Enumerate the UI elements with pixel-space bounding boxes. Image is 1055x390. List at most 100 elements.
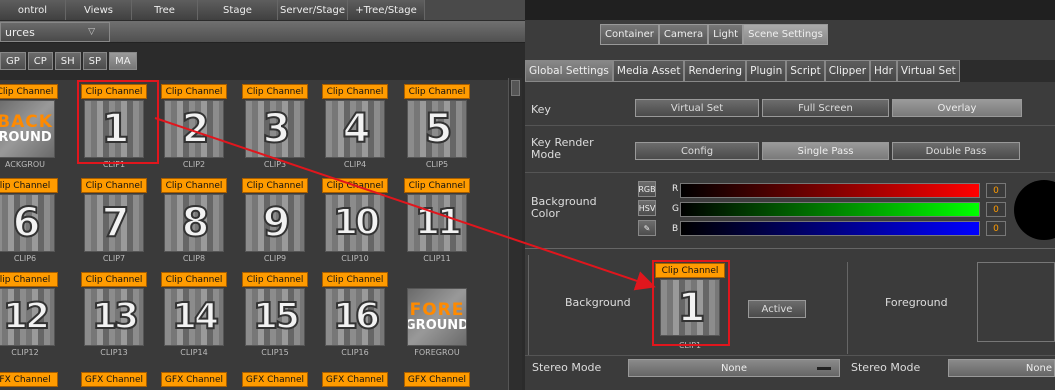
tile-tag: Clip Channel — [404, 178, 470, 193]
tile-gfx1[interactable]: FX Channel — [0, 372, 58, 390]
tile-thumbnail: 12 — [0, 288, 55, 346]
editor-tabs: Container Camera Light Scene Settings — [600, 24, 828, 45]
tile-clip8[interactable]: Clip Channel 8 CLIP8 — [161, 178, 227, 270]
tile-background[interactable]: Clip Channel BACK ROUND ACKGROU — [0, 84, 58, 176]
stereo-mode-dropdown[interactable]: None — [628, 359, 840, 377]
tile-thumbnail: 8 — [164, 194, 224, 252]
hsv-mode-button[interactable]: HSV — [638, 200, 656, 216]
tile-clip12[interactable]: lip Channel 12 CLIP12 — [0, 272, 58, 364]
tile-number: 5 — [424, 106, 454, 152]
settings-tabs: Global Settings Media Asset Rendering Pl… — [525, 60, 1055, 82]
nav-tab-tree-stage[interactable]: +Tree/Stage — [348, 0, 425, 20]
tile-gfx4[interactable]: GFX Channel — [242, 372, 308, 390]
tile-clip10[interactable]: Clip Channel 10 CLIP10 — [322, 178, 388, 270]
tile-clip7[interactable]: Clip Channel 7 CLIP7 — [81, 178, 147, 270]
tile-thumbnail: FORE GROUND — [407, 288, 467, 346]
tile-caption: CLIP6 — [13, 254, 37, 263]
tab-clipper[interactable]: Clipper — [824, 60, 871, 82]
tab-rendering[interactable]: Rendering — [684, 60, 747, 82]
nav-tab-tree[interactable]: Tree — [132, 0, 198, 20]
top-bar-right — [525, 0, 1055, 20]
nav-tab-stage[interactable]: Stage — [198, 0, 278, 20]
tab-camera[interactable]: Camera — [658, 24, 709, 45]
key-full-screen-button[interactable]: Full Screen — [762, 99, 889, 117]
stereo-mode-label: Stereo Mode — [532, 361, 602, 374]
active-button[interactable]: Active — [748, 300, 806, 318]
tile-number: 9 — [262, 200, 292, 246]
blue-slider[interactable] — [680, 221, 980, 236]
tile-clip9[interactable]: Clip Channel 9 CLIP9 — [242, 178, 308, 270]
tile-gfx3[interactable]: GFX Channel — [161, 372, 227, 390]
tab-global-settings[interactable]: Global Settings — [525, 60, 613, 82]
red-value[interactable]: 0 — [986, 183, 1006, 198]
tile-gfx5[interactable]: GFX Channel — [322, 372, 388, 390]
tab-scene-settings[interactable]: Scene Settings — [743, 24, 828, 45]
green-value[interactable]: 0 — [986, 202, 1006, 217]
tile-gfx6[interactable]: GFX Channel — [404, 372, 470, 390]
key-label: Key — [531, 103, 551, 116]
blue-value[interactable]: 0 — [986, 221, 1006, 236]
foreground-clip-slot[interactable] — [977, 262, 1055, 342]
tile-thumbnail: BACK ROUND — [0, 100, 55, 158]
rgb-mode-button[interactable]: RGB — [638, 181, 656, 197]
tile-tag: Clip Channel — [404, 84, 470, 99]
tile-clip16[interactable]: Clip Channel 16 CLIP16 — [322, 272, 388, 364]
chevron-down-icon: ▽ — [88, 27, 95, 37]
key-virtual-set-button[interactable]: Virtual Set — [635, 99, 759, 117]
tab-script[interactable]: Script — [786, 60, 825, 82]
tile-number: 8 — [181, 200, 211, 246]
highlight-frame — [77, 80, 159, 164]
subtab-ma[interactable]: MA — [109, 52, 137, 70]
green-slider[interactable] — [680, 202, 980, 217]
subtab-sh[interactable]: SH — [54, 52, 81, 70]
tile-number: 16 — [332, 296, 381, 337]
tile-tag: Clip Channel — [161, 272, 227, 287]
subtab-sp[interactable]: SP — [82, 52, 108, 70]
nav-tab-control[interactable]: ontrol — [0, 0, 66, 20]
stereo-mode-dropdown-2[interactable]: None — [948, 359, 1055, 377]
tile-number: 15 — [252, 296, 301, 337]
tile-clip2[interactable]: Clip Channel 2 CLIP2 — [161, 84, 227, 176]
krm-config-button[interactable]: Config — [635, 142, 759, 160]
sources-label: urces — [5, 25, 35, 39]
tab-plugin[interactable]: Plugin — [746, 60, 787, 82]
tile-gfx2[interactable]: GFX Channel — [81, 372, 147, 390]
divider — [525, 172, 1055, 173]
tab-media-asset[interactable]: Media Asset — [612, 60, 685, 82]
tile-clip14[interactable]: Clip Channel 14 CLIP14 — [161, 272, 227, 364]
tab-container[interactable]: Container — [600, 24, 659, 45]
tile-number: 6 — [12, 200, 42, 246]
krm-double-pass-button[interactable]: Double Pass — [892, 142, 1020, 160]
tile-number: 4 — [342, 106, 372, 152]
tile-number: 11 — [414, 202, 463, 243]
subtab-cp[interactable]: CP — [27, 52, 53, 70]
nav-tab-server-stage[interactable]: Server/Stage — [278, 0, 348, 20]
key-render-mode-label: Key Render Mode — [531, 136, 594, 161]
highlight-frame — [652, 260, 730, 346]
tile-clip6[interactable]: lip Channel 6 CLIP6 — [0, 178, 58, 270]
main-nav: ontrol Views Tree Stage Server/Stage +Tr… — [0, 0, 525, 20]
tile-clip3[interactable]: Clip Channel 3 CLIP3 — [242, 84, 308, 176]
grid-scrollbar[interactable] — [508, 78, 522, 390]
tile-clip11[interactable]: Clip Channel 11 CLIP11 — [404, 178, 470, 270]
background-label: Background — [565, 296, 631, 309]
tile-clip4[interactable]: Clip Channel 4 CLIP4 — [322, 84, 388, 176]
tab-light[interactable]: Light — [708, 24, 744, 45]
tile-tag: Clip Channel — [242, 84, 308, 99]
tab-virtual-set[interactable]: Virtual Set — [896, 60, 960, 82]
tile-special-line2: GROUND — [407, 318, 467, 333]
tile-thumbnail: 7 — [84, 194, 144, 252]
sources-dropdown[interactable]: urces ▽ — [0, 22, 110, 42]
krm-single-pass-button[interactable]: Single Pass — [762, 142, 889, 160]
scrollbar-thumb[interactable] — [511, 80, 520, 96]
key-overlay-button[interactable]: Overlay — [892, 99, 1022, 117]
subtab-gp[interactable]: GP — [0, 52, 26, 70]
tile-clip15[interactable]: Clip Channel 15 CLIP15 — [242, 272, 308, 364]
tile-clip5[interactable]: Clip Channel 5 CLIP5 — [404, 84, 470, 176]
red-slider[interactable] — [680, 183, 980, 198]
tile-foreground[interactable]: FORE GROUND FOREGROU — [404, 272, 470, 364]
nav-tab-views[interactable]: Views — [66, 0, 132, 20]
eyedropper-icon[interactable]: ✎ — [638, 220, 656, 236]
tile-clip13[interactable]: Clip Channel 13 CLIP13 — [81, 272, 147, 364]
tab-hdr[interactable]: Hdr — [870, 60, 897, 82]
